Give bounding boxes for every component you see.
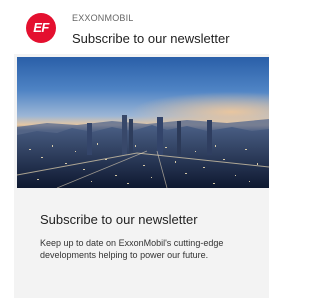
brand-name: EXXONMOBIL: [72, 13, 134, 23]
content-description: Keep up to date on ExxonMobil's cutting-…: [40, 238, 224, 260]
header-title: Subscribe to our newsletter: [72, 31, 230, 46]
exxonmobil-logo: EF: [26, 13, 56, 43]
city-skyline-image: [17, 57, 269, 188]
newsletter-card[interactable]: EF EXXONMOBIL Subscribe to our newslette…: [0, 0, 269, 298]
content-title: Subscribe to our newsletter: [40, 212, 198, 227]
card-header: EF EXXONMOBIL Subscribe to our newslette…: [0, 0, 269, 54]
